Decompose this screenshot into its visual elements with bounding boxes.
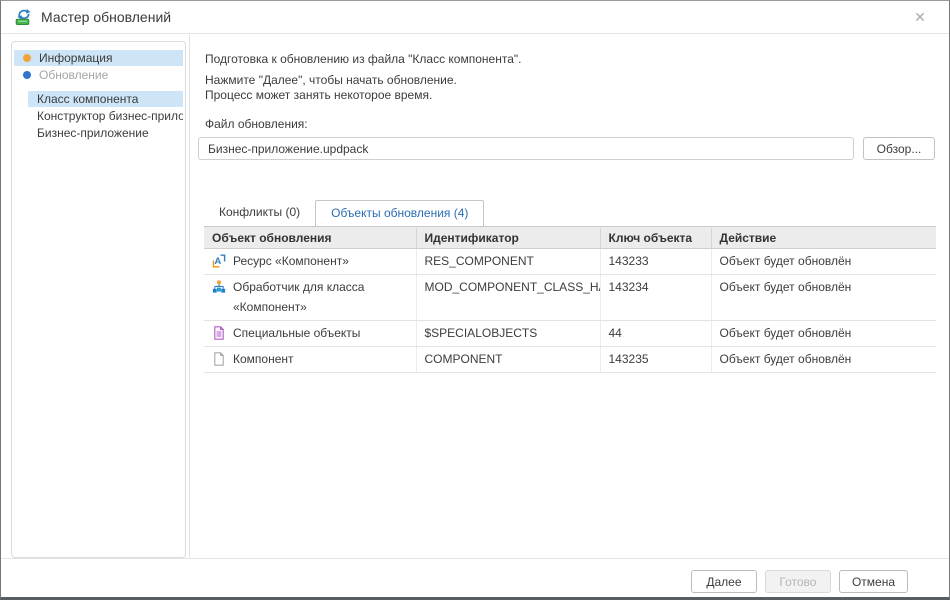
object-key-cell: 143235 (600, 347, 711, 373)
finish-button[interactable]: Готово (765, 570, 831, 593)
close-icon[interactable]: ✕ (911, 8, 929, 26)
wizard-steps-sidebar: Информация Обновление Класс компонента К… (11, 41, 186, 558)
footer-divider (1, 558, 949, 559)
sidebar-item-business-app-designer[interactable]: Конструктор бизнес-прило... (28, 108, 183, 124)
update-file-label: Файл обновления: (205, 117, 935, 131)
update-wizard-dialog: Мастер обновлений ✕ Информация Обновлени… (0, 0, 950, 600)
window-title: Мастер обновлений (41, 9, 171, 25)
table-row[interactable]: Обработчик для класса «Компонент» MOD_CO… (204, 275, 936, 321)
table-header-row: Объект обновления Идентификатор Ключ объ… (204, 227, 936, 249)
intro-text-line2: Нажмите "Далее", чтобы начать обновление… (205, 73, 935, 88)
sidebar-item-update[interactable]: Обновление (14, 67, 183, 83)
next-button[interactable]: Далее (691, 570, 757, 593)
svg-text:A: A (214, 256, 221, 267)
object-name: Специальные объекты (233, 323, 360, 343)
column-header-action[interactable]: Действие (711, 227, 936, 249)
action-cell: Объект будет обновлён (711, 275, 936, 321)
object-key-cell: 143234 (600, 275, 711, 321)
orange-dot-icon (23, 54, 31, 62)
file-row: Обзор... (198, 137, 935, 160)
sidebar-group-gap (12, 84, 185, 90)
action-cell: Объект будет обновлён (711, 321, 936, 347)
identifier-cell: MOD_COMPONENT_CLASS_HANDLER (416, 275, 600, 321)
update-file-input[interactable] (198, 137, 854, 160)
sidebar-divider (189, 35, 190, 558)
tab-update-objects[interactable]: Объекты обновления (4) (315, 200, 484, 226)
sidebar-item-label: Конструктор бизнес-прило... (37, 108, 183, 124)
column-header-identifier[interactable]: Идентификатор (416, 227, 600, 249)
intro-text-line1: Подготовка к обновлению из файла "Класс … (205, 51, 935, 67)
update-wizard-icon (15, 8, 33, 26)
table-row[interactable]: Специальные объекты $SPECIALOBJECTS 44 О… (204, 321, 936, 347)
browse-button[interactable]: Обзор... (863, 137, 935, 160)
sidebar-item-information[interactable]: Информация (14, 50, 183, 66)
table-row[interactable]: A Ресурс «Компонент» RES_COMPONENT 14323… (204, 249, 936, 275)
special-objects-icon (212, 326, 226, 340)
column-header-key[interactable]: Ключ объекта (600, 227, 711, 249)
sidebar-item-label: Бизнес-приложение (37, 125, 149, 141)
sidebar-item-label: Класс компонента (37, 91, 138, 107)
sidebar-item-component-class[interactable]: Класс компонента (28, 91, 183, 107)
identifier-cell: $SPECIALOBJECTS (416, 321, 600, 347)
wizard-page-content: Подготовка к обновлению из файла "Класс … (198, 35, 935, 558)
title-bar: Мастер обновлений ✕ (1, 1, 949, 34)
sidebar-item-label: Обновление (39, 67, 108, 83)
update-tabs: Конфликты (0) Объекты обновления (4) (204, 200, 935, 226)
action-cell: Объект будет обновлён (711, 347, 936, 373)
table-row[interactable]: Компонент COMPONENT 143235 Объект будет … (204, 347, 936, 373)
document-icon (212, 352, 226, 366)
object-key-cell: 143233 (600, 249, 711, 275)
cancel-button[interactable]: Отмена (839, 570, 908, 593)
object-name: Компонент (233, 349, 294, 369)
tab-conflicts[interactable]: Конфликты (0) (204, 200, 315, 226)
resource-icon: A (212, 254, 226, 268)
handler-icon (212, 280, 226, 294)
object-name: Ресурс «Компонент» (233, 251, 349, 271)
object-key-cell: 44 (600, 321, 711, 347)
object-name: Обработчик для класса «Компонент» (233, 277, 408, 317)
column-header-object[interactable]: Объект обновления (204, 227, 416, 249)
identifier-cell: RES_COMPONENT (416, 249, 600, 275)
sidebar-item-business-app[interactable]: Бизнес-приложение (28, 125, 183, 141)
update-objects-table: Объект обновления Идентификатор Ключ объ… (204, 226, 936, 373)
sidebar-item-label: Информация (39, 50, 112, 66)
action-cell: Объект будет обновлён (711, 249, 936, 275)
identifier-cell: COMPONENT (416, 347, 600, 373)
blue-dot-icon (23, 71, 31, 79)
footer-buttons: Далее Готово Отмена (691, 570, 908, 593)
intro-text-line3: Процесс может занять некоторое время. (205, 88, 935, 103)
